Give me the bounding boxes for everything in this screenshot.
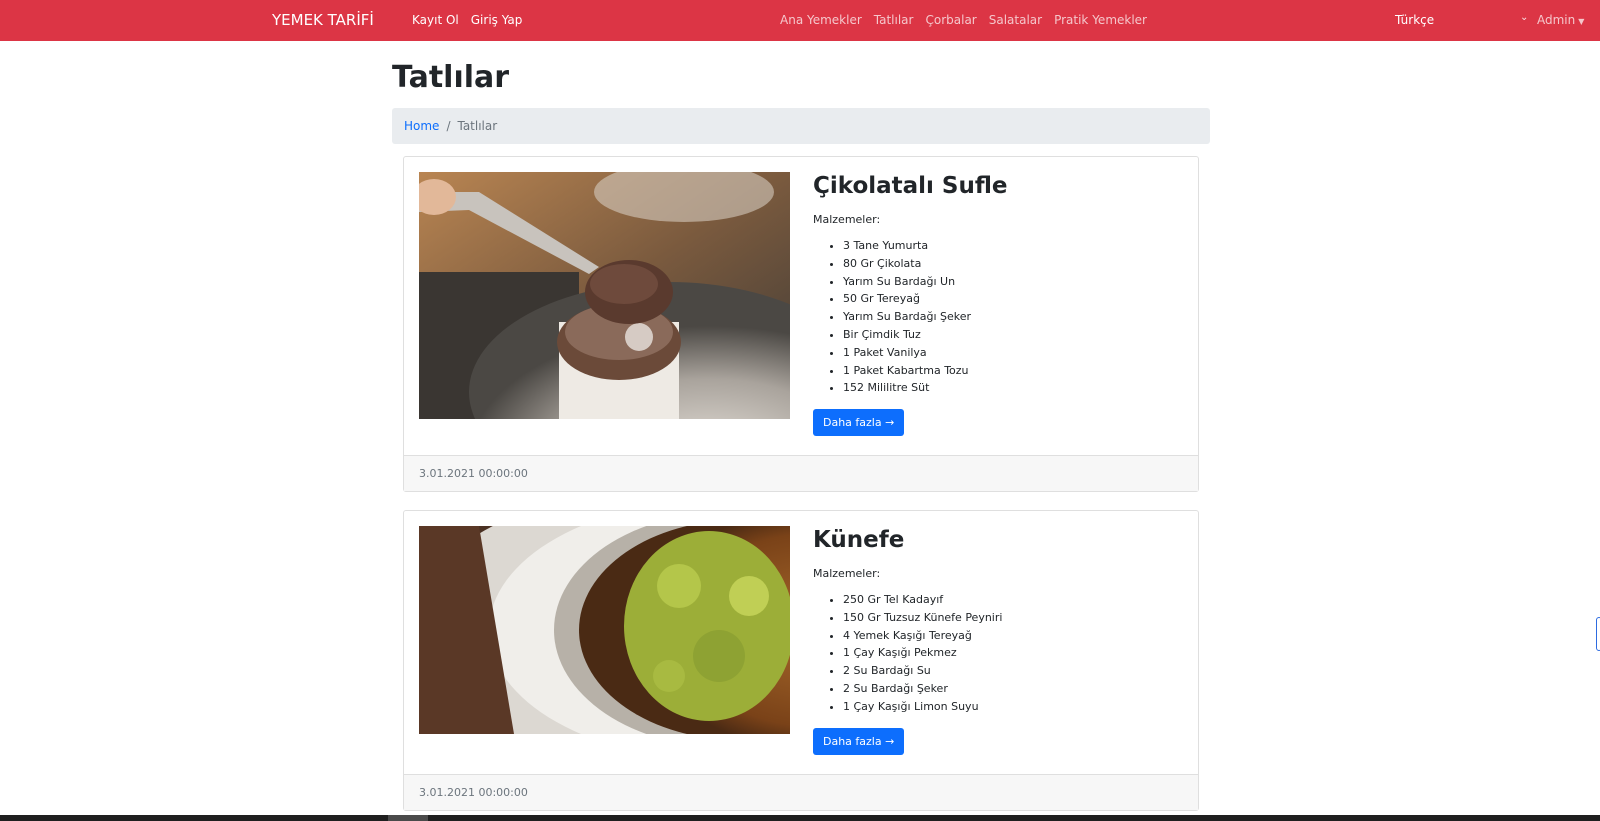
caret-down-icon: ▼	[1578, 17, 1585, 26]
register-link[interactable]: Kayıt Ol	[412, 13, 459, 27]
recipe-card: Çikolatalı Sufle Malzemeler: 3 Tane Yumu…	[403, 156, 1199, 492]
language-selector[interactable]: Türkçe	[1395, 13, 1434, 27]
ingredient-item: Yarım Su Bardağı Şeker	[843, 308, 1008, 326]
ingredients-label: Malzemeler:	[813, 567, 881, 580]
ingredient-item: 2 Su Bardağı Su	[843, 662, 1002, 680]
site-brand[interactable]: YEMEK TARİFİ	[272, 11, 374, 29]
ingredient-item: 3 Tane Yumurta	[843, 237, 1008, 255]
admin-label: Admin	[1537, 13, 1576, 27]
ingredient-item: 1 Paket Kabartma Tozu	[843, 362, 1008, 380]
ingredient-item: Yarım Su Bardağı Un	[843, 273, 1008, 291]
recipe-image-kunefe	[419, 526, 790, 734]
chevron-down-icon[interactable]: ⌄	[1520, 12, 1528, 23]
ingredient-item: 1 Çay Kaşığı Limon Suyu	[843, 698, 1002, 716]
card-footer: 3.01.2021 00:00:00	[404, 455, 1198, 491]
recipe-image-souffle	[419, 172, 790, 419]
ingredient-item: Bir Çimdik Tuz	[843, 326, 1008, 344]
recipe-title[interactable]: Çikolatalı Sufle	[813, 173, 1008, 199]
card-footer: 3.01.2021 00:00:00	[404, 774, 1198, 810]
nav-salatalar[interactable]: Salatalar	[989, 13, 1042, 27]
nav-corbalar[interactable]: Çorbalar	[925, 13, 976, 27]
breadcrumb: Home / Tatlılar	[392, 108, 1210, 144]
read-more-button[interactable]: Daha fazla →	[813, 409, 905, 437]
page-title: Tatlılar	[392, 60, 510, 95]
side-feedback-tab[interactable]	[1596, 617, 1600, 651]
os-taskbar	[0, 815, 1600, 821]
nav-ana-yemekler[interactable]: Ana Yemekler	[780, 13, 862, 27]
recipe-card: Künefe Malzemeler: 250 Gr Tel Kadayıf 15…	[403, 510, 1199, 811]
ingredient-item: 80 Gr Çikolata	[843, 255, 1008, 273]
ingredient-item: 1 Paket Vanilya	[843, 344, 1008, 362]
recipe-date: 3.01.2021 00:00:00	[419, 467, 528, 480]
breadcrumb-separator: /	[446, 119, 451, 133]
ingredients-label: Malzemeler:	[813, 213, 881, 226]
nav-tatlilar[interactable]: Tatlılar	[874, 13, 914, 27]
breadcrumb-current: Tatlılar	[457, 119, 498, 133]
breadcrumb-home[interactable]: Home	[404, 119, 439, 133]
top-navbar: YEMEK TARİFİ Kayıt Ol Giriş Yap Ana Yeme…	[0, 0, 1600, 41]
ingredient-item: 250 Gr Tel Kadayıf	[843, 591, 1002, 609]
admin-dropdown[interactable]: Admin ▼	[1537, 13, 1584, 27]
recipe-date: 3.01.2021 00:00:00	[419, 786, 528, 799]
ingredient-item: 150 Gr Tuzsuz Künefe Peyniri	[843, 609, 1002, 627]
ingredient-item: 1 Çay Kaşığı Pekmez	[843, 644, 1002, 662]
ingredient-item: 50 Gr Tereyağ	[843, 290, 1008, 308]
recipe-body: Çikolatalı Sufle Malzemeler: 3 Tane Yumu…	[813, 173, 1008, 437]
ingredients-list: 250 Gr Tel Kadayıf 150 Gr Tuzsuz Künefe …	[813, 591, 1002, 716]
recipe-title[interactable]: Künefe	[813, 527, 1002, 553]
recipe-body: Künefe Malzemeler: 250 Gr Tel Kadayıf 15…	[813, 527, 1002, 755]
ingredients-list: 3 Tane Yumurta 80 Gr Çikolata Yarım Su B…	[813, 237, 1008, 397]
ingredient-item: 152 Mililitre Süt	[843, 379, 1008, 397]
read-more-button[interactable]: Daha fazla →	[813, 727, 905, 755]
taskbar-app-item[interactable]	[388, 815, 428, 821]
ingredient-item: 2 Su Bardağı Şeker	[843, 680, 1002, 698]
nav-pratik-yemekler[interactable]: Pratik Yemekler	[1054, 13, 1147, 27]
ingredient-item: 4 Yemek Kaşığı Tereyağ	[843, 627, 1002, 645]
auth-links: Kayıt Ol Giriş Yap	[412, 13, 522, 27]
category-nav: Ana Yemekler Tatlılar Çorbalar Salatalar…	[780, 13, 1147, 27]
login-link[interactable]: Giriş Yap	[471, 13, 523, 27]
